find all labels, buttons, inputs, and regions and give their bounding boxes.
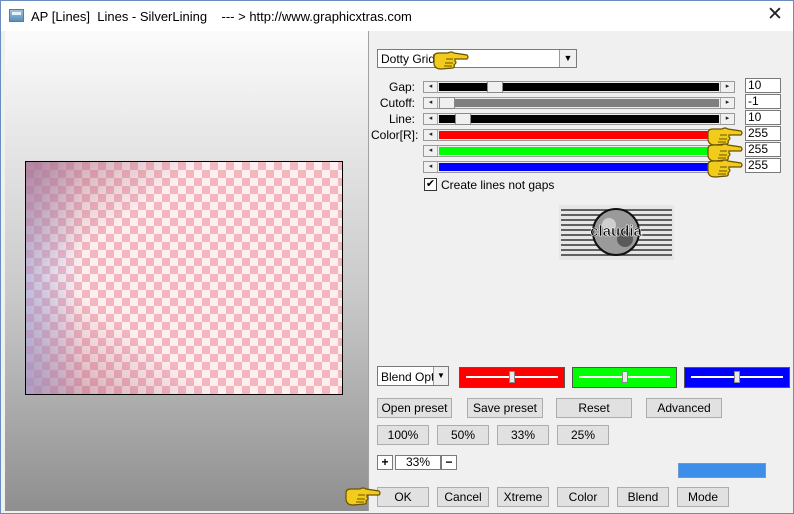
cutoff-value-field[interactable]: -1 (745, 94, 781, 109)
slider-label-gap: Gap: (388, 80, 415, 94)
pointing-hand-icon (345, 487, 381, 506)
reset-button[interactable]: Reset (556, 398, 632, 418)
slider-track[interactable]: ◂ (423, 161, 713, 173)
blend-options-value: Blend Options (381, 370, 433, 384)
slider-fill (439, 131, 710, 139)
red-value-field[interactable]: 255 (745, 126, 781, 141)
pointing-hand-icon (433, 51, 469, 70)
slider-thumb[interactable] (455, 113, 471, 125)
slider-fill (439, 83, 719, 91)
preview-panel (5, 31, 368, 511)
cancel-button[interactable]: Cancel (437, 487, 489, 507)
panel-divider (368, 31, 369, 511)
slider-thumb[interactable] (487, 81, 503, 93)
red-color-swatch[interactable] (459, 367, 565, 388)
app-icon (9, 9, 24, 22)
arrow-left-icon[interactable]: ◂ (424, 162, 438, 172)
zoom-33-button[interactable]: 33% (497, 425, 549, 445)
arrow-left-icon[interactable]: ◂ (424, 98, 438, 108)
slider-fill (439, 115, 719, 123)
logo-text: claudia (590, 223, 642, 240)
arrow-left-icon[interactable]: ◂ (424, 146, 438, 156)
slider-thumb[interactable] (439, 97, 455, 109)
slider-fill (439, 163, 710, 171)
line-value-field[interactable]: 10 (745, 110, 781, 125)
swatch-slider-knob[interactable] (734, 371, 740, 383)
preview-image (25, 161, 343, 395)
close-icon[interactable]: ✕ (765, 5, 785, 26)
arrow-left-icon[interactable]: ◂ (424, 130, 438, 140)
slider-track[interactable]: ◂ (423, 129, 713, 141)
blend-options-dropdown[interactable]: Blend Options ▼ (377, 366, 449, 386)
slider-label-color-r: Color[R]: (371, 128, 419, 142)
save-preset-button[interactable]: Save preset (467, 398, 543, 418)
arrow-left-icon[interactable]: ◂ (424, 114, 438, 124)
zoom-in-button[interactable]: + (377, 455, 393, 470)
arrow-right-icon[interactable]: ▸ (720, 98, 734, 108)
create-lines-label: Create lines not gaps (441, 178, 555, 192)
claudia-logo: claudia (559, 205, 674, 260)
blend-button[interactable]: Blend (617, 487, 669, 507)
blue-color-swatch[interactable] (684, 367, 790, 388)
mode-button[interactable]: Mode (677, 487, 729, 507)
gap-value-field[interactable]: 10 (745, 78, 781, 93)
green-value-field[interactable]: 255 (745, 142, 781, 157)
slider-label-line: Line: (388, 112, 415, 126)
zoom-out-button[interactable]: − (441, 455, 457, 470)
zoom-25-button[interactable]: 25% (557, 425, 609, 445)
arrow-left-icon[interactable]: ◂ (424, 82, 438, 92)
swatch-slider-knob[interactable] (622, 371, 628, 383)
pointing-hand-icon (707, 159, 743, 178)
advanced-button[interactable]: Advanced (646, 398, 722, 418)
swatch-slider-knob[interactable] (509, 371, 515, 383)
green-color-swatch[interactable] (572, 367, 677, 388)
slider-track[interactable]: ◂ ▸ (423, 97, 735, 109)
arrow-right-icon[interactable]: ▸ (720, 114, 734, 124)
arrow-right-icon[interactable]: ▸ (720, 82, 734, 92)
chevron-down-icon[interactable]: ▼ (433, 367, 448, 385)
slider-track[interactable]: ◂ ▸ (423, 81, 735, 93)
zoom-level-field[interactable]: 33% (395, 455, 441, 470)
dialog-window: AP [Lines] Lines - SilverLining --- > ht… (0, 0, 794, 514)
preset-dropdown[interactable]: Dotty Grid ▼ (377, 49, 577, 68)
slider-fill (439, 99, 719, 107)
color-button[interactable]: Color (557, 487, 609, 507)
ok-button[interactable]: OK (377, 487, 429, 507)
slider-fill (439, 147, 710, 155)
slider-label-cutoff: Cutoff: (379, 96, 415, 110)
window-title: AP [Lines] Lines - SilverLining --- > ht… (31, 9, 412, 24)
preset-dropdown-value: Dotty Grid (381, 52, 436, 66)
zoom-100-button[interactable]: 100% (377, 425, 429, 445)
xtreme-button[interactable]: Xtreme (497, 487, 549, 507)
create-lines-checkbox[interactable]: ✔ (424, 178, 437, 191)
color-preview-bar[interactable] (678, 463, 766, 478)
title-bar: AP [Lines] Lines - SilverLining --- > ht… (1, 1, 793, 31)
slider-track[interactable]: ◂ (423, 145, 713, 157)
slider-track[interactable]: ◂ ▸ (423, 113, 735, 125)
chevron-down-icon[interactable]: ▼ (559, 50, 576, 67)
open-preset-button[interactable]: Open preset (377, 398, 452, 418)
zoom-50-button[interactable]: 50% (437, 425, 489, 445)
blue-value-field[interactable]: 255 (745, 158, 781, 173)
preview-shading (26, 162, 342, 394)
